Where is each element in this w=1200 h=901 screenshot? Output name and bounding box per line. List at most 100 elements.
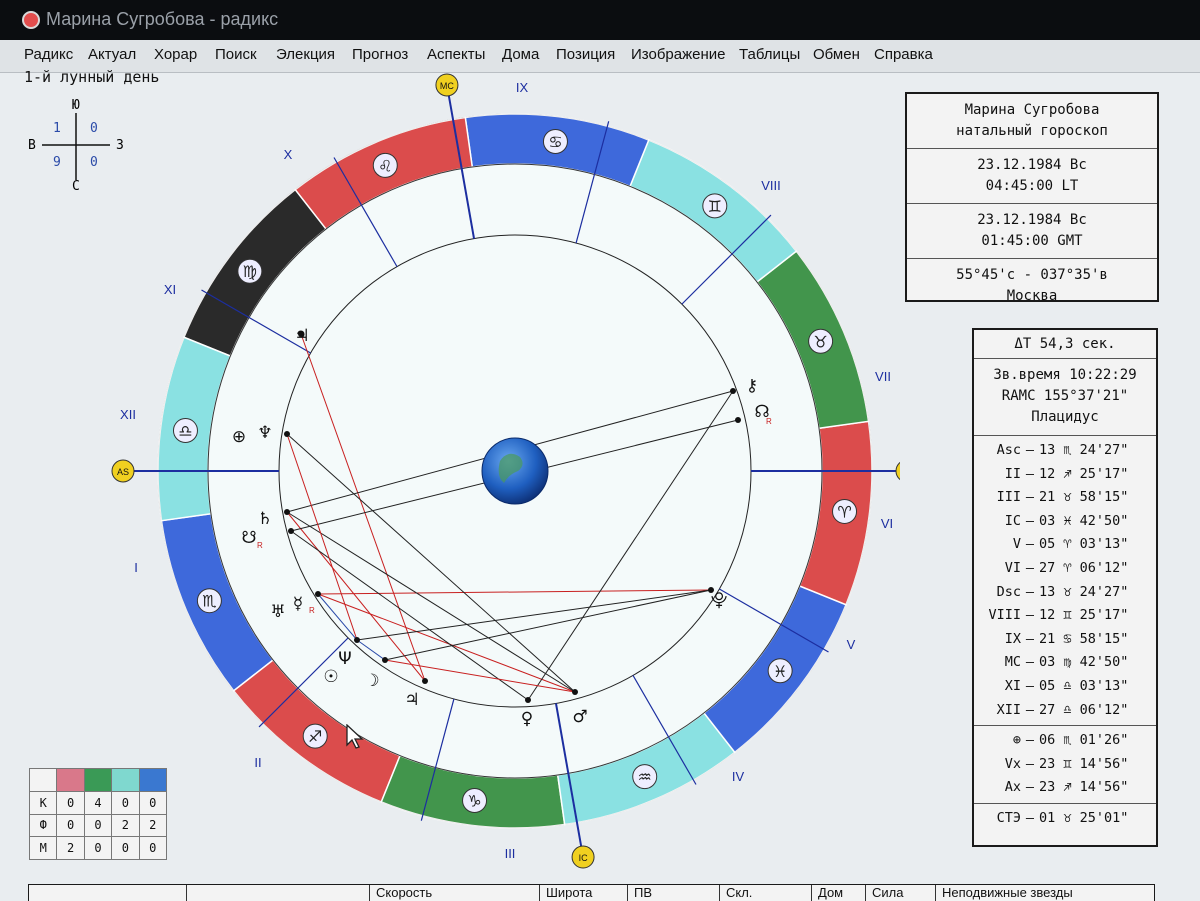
zodiac-sign-glyph: ♌ <box>378 156 392 175</box>
planet-glyph: ⚷ <box>746 376 758 396</box>
local-date: 23.12.1984 Вс <box>977 157 1087 173</box>
ramc: RAMC 155°37'21" <box>1001 388 1129 404</box>
app-icon[interactable] <box>22 11 40 29</box>
table-row: Ф 0 0 2 2 <box>28 813 168 838</box>
table-row: М 2 0 0 0 <box>28 836 168 860</box>
gmt-time: 01:45:00 GMT <box>981 233 1083 249</box>
col-header-speed[interactable]: Скорость <box>369 885 536 901</box>
zodiac-sign-glyph: ♑ <box>467 792 481 811</box>
house-number-VI: VI <box>881 516 893 531</box>
planet-glyph: ♃ <box>294 326 309 346</box>
menu-actual[interactable]: Актуал <box>88 46 136 63</box>
planet-point <box>525 697 531 703</box>
cusp-name: VIII <box>988 607 1021 624</box>
city: Москва <box>1006 288 1058 304</box>
point-row: Ax – 23 ♐ 14'56" <box>974 776 1156 800</box>
menu-position[interactable]: Позиция <box>556 46 615 63</box>
col-header-house[interactable]: Дом <box>811 885 864 901</box>
zodiac-sign-glyph: ♉ <box>813 332 827 351</box>
planet-glyph: ⯓ <box>711 591 728 611</box>
cusp-value: 13 ♉ 24'27" <box>1039 583 1129 600</box>
col-header[interactable] <box>186 885 333 901</box>
house-number-VII: VII <box>875 369 891 384</box>
angle-badge-label: AS <box>117 467 129 477</box>
cusp-row: V – 05 ♈ 03'13" <box>974 533 1156 557</box>
cusp-name: IC <box>1004 512 1021 529</box>
zodiac-sign-glyph: ♈ <box>837 502 851 521</box>
menu-aspects[interactable]: Аспекты <box>427 46 485 63</box>
cusp-value: 05 ♎ 03'13" <box>1039 677 1129 694</box>
planet-glyph: ♄ <box>257 509 272 529</box>
col-header-fixed-stars[interactable]: Неподвижные звезды <box>935 885 1152 901</box>
cusp-value: 21 ♋ 58'15" <box>1039 630 1129 647</box>
ste-value: 01 ♉ 25'01" <box>1039 809 1129 826</box>
col-header-ra[interactable]: ПВ <box>627 885 714 901</box>
planet-point <box>572 689 578 695</box>
gmt-time-section: 23.12.1984 Вс 01:45:00 GMT <box>907 204 1157 259</box>
cusp-row: XI – 05 ♎ 03'13" <box>974 675 1156 699</box>
menu-houses[interactable]: Дома <box>502 46 539 63</box>
cusp-value: 12 ♊ 25'17" <box>1039 607 1129 624</box>
house-system: Плацидус <box>1031 409 1099 425</box>
menu-horary[interactable]: Хорар <box>154 46 197 63</box>
planet-point <box>288 528 294 534</box>
cusp-name: II <box>1004 465 1021 482</box>
menu-search[interactable]: Поиск <box>215 46 257 63</box>
cusp-value: 13 ♏ 24'27" <box>1039 442 1129 458</box>
point-row: Vx – 23 ♊ 14'56" <box>974 753 1156 777</box>
planet-point <box>382 657 388 663</box>
zodiac-sign-glyph: ♏ <box>202 592 216 611</box>
cusp-row: IC – 03 ♓ 42'50" <box>974 510 1156 534</box>
cusp-value: 27 ♎ 06'12" <box>1039 701 1129 718</box>
cusps-list: Asc – 13 ♏ 24'27" II – 12 ♐ 25'17" III –… <box>974 436 1156 727</box>
col-header-strength[interactable]: Сила <box>865 885 934 901</box>
chart-info-panel: Марина Сугробова натальный гороскоп 23.1… <box>905 92 1159 304</box>
zodiac-sign-glyph: ♒ <box>638 768 652 787</box>
ste-name: СТЭ <box>996 809 1021 826</box>
planet-glyph: ♅ <box>270 602 285 622</box>
cusp-name: XII <box>996 701 1021 718</box>
menu-election[interactable]: Элекция <box>276 46 335 63</box>
zodiac-sign-glyph: ♎ <box>178 422 192 441</box>
planet-point <box>730 388 736 394</box>
menu-help[interactable]: Справка <box>874 46 933 63</box>
planet-glyph: ♆ <box>257 423 272 443</box>
sidereal-section: Зв.время 10:22:29 RAMC 155°37'21" Плацид… <box>974 359 1156 436</box>
house-number-I: I <box>134 560 138 575</box>
natal-chart-wheel[interactable]: Ю С В З 1 0 9 0 ♏♐♑♒♓♈♉♊♋♌♍♎ASDSMCICIIII… <box>0 72 900 884</box>
planet-point <box>735 417 741 423</box>
header-swatch <box>111 768 140 792</box>
quadrant-top-label: Ю <box>72 98 80 113</box>
cusp-row: III – 21 ♉ 58'15" <box>974 486 1156 510</box>
menu-image[interactable]: Изображение <box>631 46 726 63</box>
menu-forecast[interactable]: Прогноз <box>352 46 408 63</box>
cusp-value: 27 ♈ 06'12" <box>1039 559 1129 576</box>
angle-badge-label: MC <box>440 81 454 91</box>
ste-section: СТЭ – 01 ♉ 25'01" <box>974 804 1156 834</box>
cusp-value: 03 ♓ 42'50" <box>1039 512 1129 529</box>
planet-glyph: ☽ <box>364 671 379 691</box>
house-number-IV: IV <box>732 769 745 784</box>
zodiac-sign-glyph: ♋ <box>548 132 562 151</box>
cusp-name: XI <box>1004 677 1021 694</box>
house-number-II: II <box>254 755 261 770</box>
quadrant-br-count: 0 <box>90 155 98 170</box>
menu-tables[interactable]: Таблицы <box>739 46 800 63</box>
angle-badge <box>895 461 900 481</box>
planet-glyph: ☿ <box>293 594 303 614</box>
cusp-row: Asc – 13 ♏ 24'27" <box>974 439 1156 463</box>
quadrant-tr-count: 0 <box>90 121 98 136</box>
point-row: ⊕ – 06 ♏ 01'26" <box>974 729 1156 753</box>
table-row: К 0 4 0 0 <box>28 790 168 815</box>
retrograde-mark: R <box>257 541 263 550</box>
col-header-declination[interactable]: Скл. <box>719 885 801 901</box>
cusp-value: 03 ♍ 42'50" <box>1039 654 1129 671</box>
col-header-latitude[interactable]: Широта <box>539 885 626 901</box>
menu-exchange[interactable]: Обмен <box>813 46 860 63</box>
menu-radix[interactable]: Радикс <box>24 46 73 63</box>
planet-table-header: Скорость Широта ПВ Скл. Дом Сила Неподви… <box>28 884 1155 901</box>
cusp-name: MC <box>1004 654 1021 671</box>
col-header[interactable] <box>29 885 185 901</box>
zodiac-sign-glyph: ♊ <box>708 197 722 216</box>
header-swatch <box>83 768 113 792</box>
